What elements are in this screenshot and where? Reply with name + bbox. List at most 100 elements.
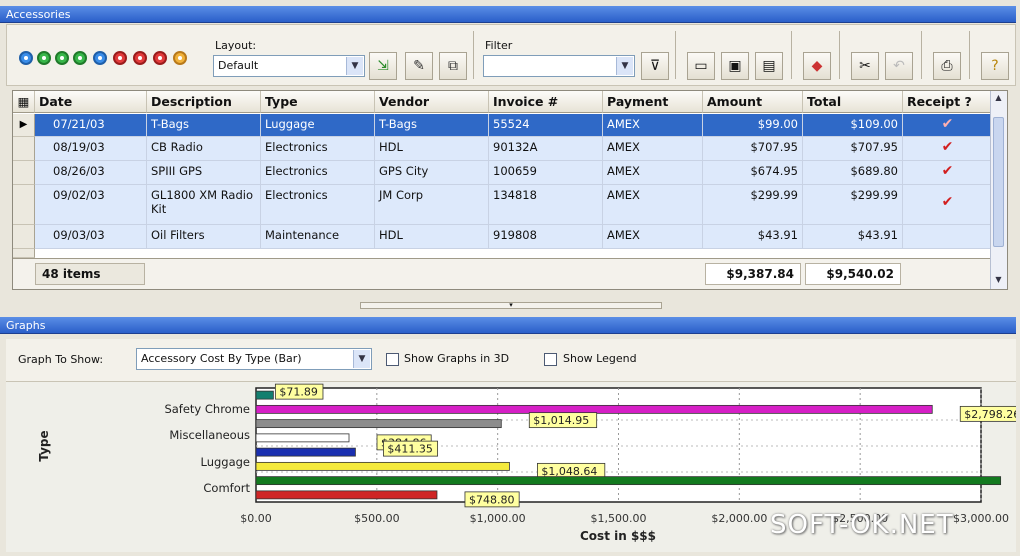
nav-green3-icon[interactable] [73, 51, 87, 65]
y-category-label: Luggage [200, 455, 250, 469]
chevron-down-icon[interactable]: ▼ [346, 57, 363, 75]
nav-first-icon[interactable] [19, 51, 33, 65]
undo-button[interactable]: ↶ [885, 52, 913, 80]
cell-total: $707.95 [803, 137, 903, 161]
bar [255, 490, 438, 500]
layout-copy-button[interactable]: ⧉ [439, 52, 467, 80]
show-legend-checkbox[interactable] [544, 353, 557, 366]
accessories-toolbar: Layout: Default ▼ ⇲ ✎ ⧉ Filter ▼ ⊽ ▭ ▣ ▤… [6, 24, 1016, 86]
cell-amount: $707.95 [703, 137, 803, 161]
receipt-check-icon[interactable]: ✔ [903, 137, 993, 161]
cell-description: CB Radio [147, 137, 261, 161]
cell-total: $43.91 [803, 225, 903, 249]
nav-red3-icon[interactable] [153, 51, 167, 65]
cell-type: Electronics [261, 185, 375, 225]
cell-type: Luggage [261, 114, 375, 137]
cell-invoice: 919808 [489, 225, 603, 249]
chevron-down-icon[interactable]: ▼ [616, 57, 633, 75]
bar [255, 419, 502, 429]
filter-icon-button[interactable]: ⊽ [641, 52, 669, 80]
scroll-thumb[interactable] [993, 117, 1004, 247]
cell-type: Electronics [261, 161, 375, 185]
nav-red1-icon[interactable] [113, 51, 127, 65]
x-tick-label: $2,000.00 [711, 512, 767, 525]
cell-date: 09/03/03 [35, 225, 147, 249]
column-header-total[interactable]: Total [803, 91, 903, 113]
help-button[interactable]: ? [981, 52, 1009, 80]
table-row[interactable]: + 08/19/03 CB Radio Electronics HDL 9013… [13, 137, 993, 161]
data-label: $71.89 [279, 386, 318, 399]
nav-last-icon[interactable] [173, 51, 187, 65]
receipt-check-icon[interactable]: ✔ [903, 161, 993, 185]
receipt-check-icon[interactable]: ✔ [903, 114, 993, 137]
column-header-date[interactable]: Date [35, 91, 147, 113]
cell-description: Oil Filters [147, 225, 261, 249]
filter-select[interactable]: ▼ [483, 55, 635, 77]
scroll-up-icon[interactable]: ▲ [993, 93, 1004, 105]
graph-to-show-label: Graph To Show: [18, 353, 104, 366]
item-count: 48 items [35, 263, 145, 285]
bar [255, 461, 510, 471]
cell-type: Maintenance [261, 225, 375, 249]
graph-to-show-value: Accessory Cost By Type (Bar) [141, 352, 302, 365]
column-header-invoice[interactable]: Invoice # [489, 91, 603, 113]
cell-vendor: JM Corp [375, 185, 489, 225]
view-card-button[interactable]: ▣ [721, 52, 749, 80]
cell-vendor: T-Bags [375, 114, 489, 137]
column-header-description[interactable]: Description [147, 91, 261, 113]
show-3d-label: Show Graphs in 3D [404, 352, 510, 365]
layout-select-value: Default [218, 59, 259, 72]
column-header-receipt[interactable]: Receipt ? [903, 91, 993, 113]
graph-to-show-select[interactable]: Accessory Cost By Type (Bar) ▼ [136, 348, 372, 370]
cell-invoice: 55524 [489, 114, 603, 137]
table-row-partial[interactable] [13, 249, 993, 258]
table-row[interactable]: + 09/03/03 Oil Filters Maintenance HDL 9… [13, 225, 993, 249]
cell-amount: $674.95 [703, 161, 803, 185]
nav-green2-icon[interactable] [55, 51, 69, 65]
watermark-text: SOFT-OK.NET [770, 510, 954, 540]
layout-save-button[interactable]: ⇲ [369, 52, 397, 80]
delete-button[interactable]: ✂ [851, 52, 879, 80]
filter-label: Filter [485, 39, 513, 52]
cell-amount: $99.00 [703, 114, 803, 137]
table-row[interactable]: ▶ + 07/21/03 T-Bags Luggage T-Bags 55524… [13, 114, 993, 137]
cell-vendor: HDL [375, 225, 489, 249]
y-category-label: Safety Chrome [164, 402, 250, 416]
layout-edit-button[interactable]: ✎ [405, 52, 433, 80]
print-button[interactable]: ⎙ [933, 52, 961, 80]
view-form-button[interactable]: ▭ [687, 52, 715, 80]
graph-options-bar: Graph To Show: Accessory Cost By Type (B… [6, 339, 1016, 382]
cell-payment: AMEX [603, 225, 703, 249]
nav-red2-icon[interactable] [133, 51, 147, 65]
data-label: $1,014.95 [533, 414, 589, 427]
grid-vertical-scrollbar[interactable]: ▲ ▼ [990, 91, 1007, 289]
scroll-down-icon[interactable]: ▼ [993, 275, 1004, 287]
color-button[interactable]: ◆ [803, 52, 831, 80]
bar [255, 433, 350, 443]
x-tick-label: $1,000.00 [470, 512, 526, 525]
show-3d-checkbox[interactable] [386, 353, 399, 366]
cell-payment: AMEX [603, 161, 703, 185]
column-header-vendor[interactable]: Vendor [375, 91, 489, 113]
cell-total: $299.99 [803, 185, 903, 225]
current-row-indicator-icon: ▶ [13, 114, 35, 137]
table-row[interactable]: + 09/02/03 GL1800 XM Radio Kit Electroni… [13, 185, 993, 225]
column-chooser-icon[interactable]: ▦ [13, 91, 35, 113]
x-axis-title: Cost in $$$ [580, 529, 656, 543]
nav-green1-icon[interactable] [37, 51, 51, 65]
nav-blue-icon[interactable] [93, 51, 107, 65]
panel-splitter[interactable]: ▾ [360, 302, 662, 309]
column-header-amount[interactable]: Amount [703, 91, 803, 113]
cell-date: 09/02/03 [35, 185, 147, 225]
chevron-down-icon[interactable]: ▼ [353, 350, 370, 368]
column-header-type[interactable]: Type [261, 91, 375, 113]
layout-label: Layout: [215, 39, 257, 52]
column-header-payment[interactable]: Payment [603, 91, 703, 113]
cell-vendor: GPS City [375, 161, 489, 185]
cell-receipt-empty[interactable] [903, 225, 993, 249]
layout-select[interactable]: Default ▼ [213, 55, 365, 77]
x-tick-label: $3,000.00 [953, 512, 1009, 525]
view-grid-button[interactable]: ▤ [755, 52, 783, 80]
table-row[interactable]: + 08/26/03 SPIII GPS Electronics GPS Cit… [13, 161, 993, 185]
receipt-check-icon[interactable]: ✔ [903, 185, 993, 225]
